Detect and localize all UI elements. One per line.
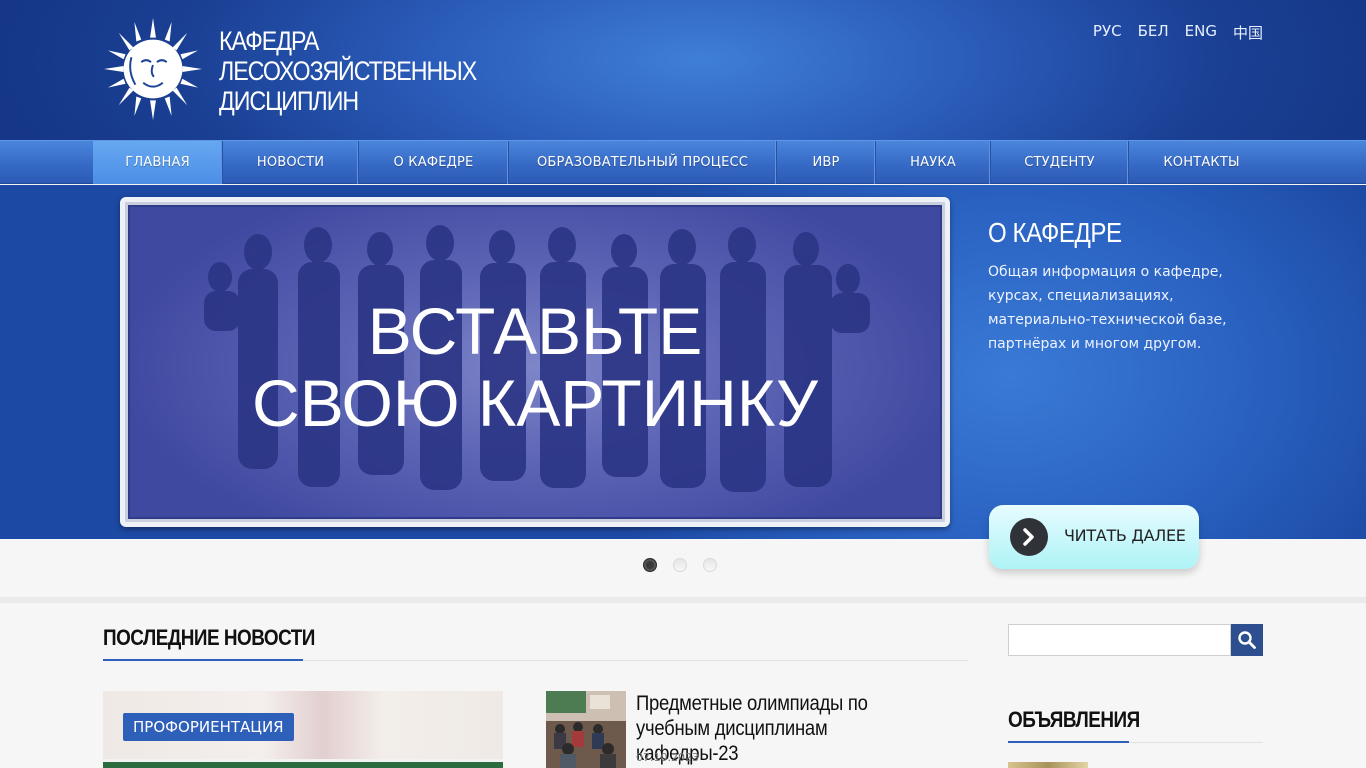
sun-logo-icon[interactable] — [104, 18, 202, 120]
site-logo-title[interactable]: КАФЕДРА ЛЕСОХОЗЯЙСТВЕННЫХ ДИСЦИПЛИН — [219, 26, 477, 116]
latest-news-title: ПОСЛЕДНИЕ НОВОСТИ — [103, 625, 315, 650]
slider-dot-3[interactable] — [703, 558, 717, 572]
read-more-label: ЧИТАТЬ ДАЛЕЕ — [1064, 526, 1186, 545]
nav-item-science[interactable]: НАУКА — [876, 141, 991, 184]
lang-zh-link[interactable]: 中国 — [1233, 22, 1263, 43]
chevron-right-icon — [1010, 518, 1048, 556]
nav-item-education[interactable]: ОБРАЗОВАТЕЛЬНЫЙ ПРОЦЕСС — [509, 141, 777, 184]
read-more-button[interactable]: ЧИТАТЬ ДАЛЕЕ — [989, 505, 1199, 569]
lang-en-link[interactable]: ENG — [1185, 22, 1217, 43]
main-nav: ГЛАВНАЯ НОВОСТИ О КАФЕДРЕ ОБРАЗОВАТЕЛЬНЫ… — [0, 140, 1366, 184]
nav-item-about[interactable]: О КАФЕДРЕ — [359, 141, 509, 184]
nav-item-news[interactable]: НОВОСТИ — [223, 141, 359, 184]
main-content: ПОСЛЕДНИЕ НОВОСТИ ПРОФОРИЕНТАЦИЯ Предмет… — [0, 603, 1366, 768]
slide-caption-line-1: ВСТАВЬТЕ — [367, 294, 703, 368]
news-item-date: 07.10.2023 — [636, 751, 699, 764]
slider-dot-2[interactable] — [673, 558, 687, 572]
title-accent-bar — [103, 659, 303, 661]
nav-item-contacts[interactable]: КОНТАКТЫ — [1129, 141, 1274, 184]
site-header: КАФЕДРА ЛЕСОХОЗЯЙСТВЕННЫХ ДИСЦИПЛИН РУС … — [0, 0, 1366, 140]
search-button[interactable] — [1231, 624, 1263, 656]
announcement-thumbnail[interactable] — [1008, 762, 1088, 768]
slide-caption: ВСТАВЬТЕ СВОЮ КАРТИНКУ — [130, 295, 940, 439]
announcements-accent-bar — [1008, 741, 1129, 743]
nav-item-ivr[interactable]: ИВР — [777, 141, 876, 184]
slide-side-title[interactable]: О КАФЕДРЕ — [988, 217, 1122, 249]
slide-image-frame[interactable]: ВСТАВЬТЕ СВОЮ КАРТИНКУ — [120, 197, 950, 527]
nav-item-home[interactable]: ГЛАВНАЯ — [93, 141, 223, 184]
search-icon — [1238, 631, 1256, 649]
news-category-tag[interactable]: ПРОФОРИЕНТАЦИЯ — [123, 713, 294, 741]
logo-line-3: ДИСЦИПЛИН — [219, 86, 359, 116]
search-input[interactable] — [1008, 624, 1231, 656]
slider-dot-1[interactable] — [643, 558, 657, 572]
lang-ru-link[interactable]: РУС — [1093, 22, 1122, 43]
logo-line-1: КАФЕДРА — [219, 26, 319, 56]
language-switcher: РУС БЕЛ ENG 中国 — [1093, 22, 1263, 43]
slide-image: ВСТАВЬТЕ СВОЮ КАРТИНКУ — [128, 205, 942, 519]
featured-news-image[interactable]: ПРОФОРИЕНТАЦИЯ — [103, 691, 503, 768]
announcements-title: ОБЪЯВЛЕНИЯ — [1008, 707, 1140, 732]
classroom-photo-icon — [546, 691, 626, 768]
slide-caption-line-2: СВОЮ КАРТИНКУ — [252, 366, 818, 440]
nav-item-students[interactable]: СТУДЕНТУ — [991, 141, 1129, 184]
news-thumbnail[interactable] — [546, 691, 626, 768]
logo-line-2: ЛЕСОХОЗЯЙСТВЕННЫХ — [219, 56, 477, 86]
slide-side-text: Общая информация о кафедре, курсах, спец… — [988, 264, 1227, 352]
lang-be-link[interactable]: БЕЛ — [1138, 22, 1169, 43]
